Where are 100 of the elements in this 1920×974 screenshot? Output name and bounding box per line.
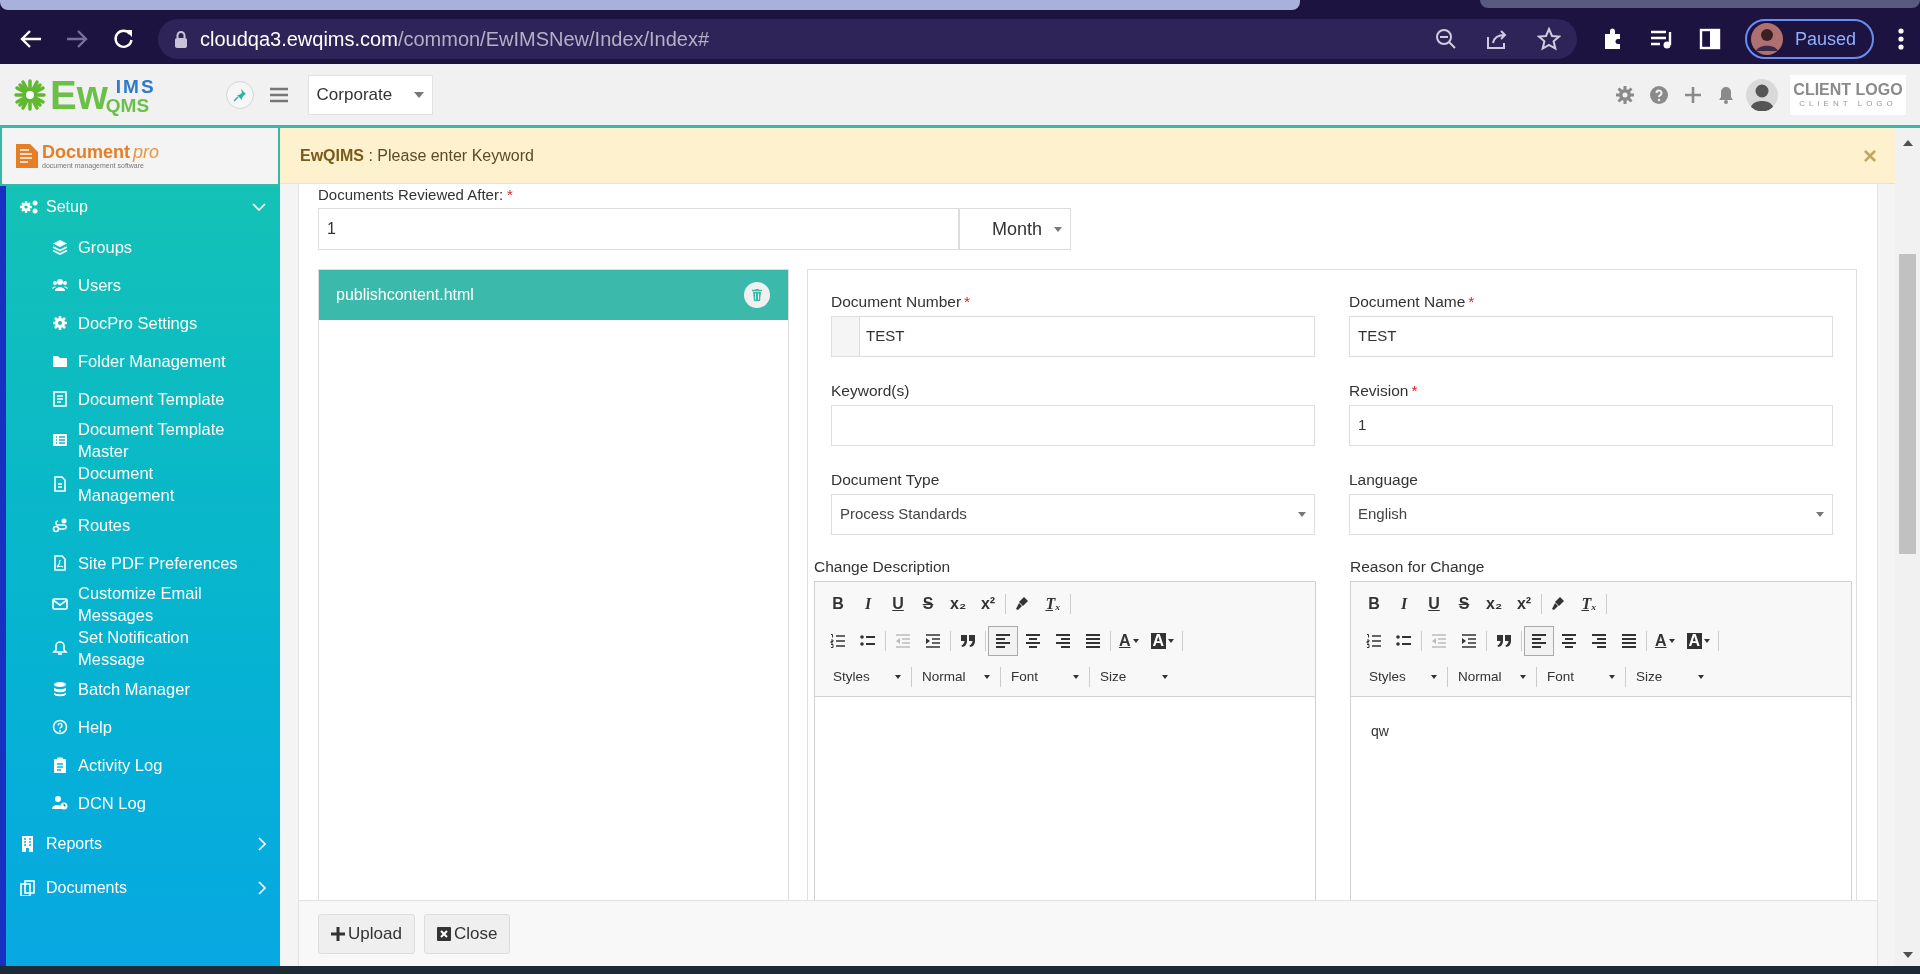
- share-icon[interactable]: [1484, 28, 1509, 50]
- trash-icon: [752, 289, 762, 301]
- toolbar-button[interactable]: [988, 625, 1018, 656]
- site-select[interactable]: Corporate: [307, 74, 433, 115]
- caret-down-icon: [1431, 675, 1437, 679]
- caret-down-icon: [1816, 512, 1824, 517]
- reload-icon[interactable]: [112, 28, 134, 50]
- menu-item-icon: [52, 432, 68, 448]
- more-icon[interactable]: [1898, 28, 1904, 50]
- caret-down-icon: [1520, 675, 1526, 679]
- quote-icon: [1496, 632, 1512, 649]
- menu-item-icon: [52, 353, 68, 369]
- caret-down-icon: [1168, 638, 1175, 643]
- format-dropdown[interactable]: Font: [1537, 663, 1625, 691]
- scrollbar[interactable]: [1895, 128, 1920, 966]
- menu-item-icon: [52, 795, 68, 811]
- toolbar-button[interactable]: x²: [973, 588, 1003, 619]
- indent-icon: [925, 632, 941, 649]
- toolbar-button[interactable]: x²: [1509, 588, 1539, 619]
- rich-text-editor[interactable]: B I U S x₂ x² Tₓ A A Styles Normal Font Size qw: [1350, 581, 1852, 900]
- align-left-icon: [1531, 632, 1547, 649]
- alert-message: EwQIMS : Please enter Keyword: [300, 145, 534, 166]
- format-dropdown[interactable]: Styles: [823, 663, 911, 691]
- caret-down-icon: [413, 91, 424, 98]
- chevron-right-icon: [258, 837, 266, 851]
- toolbar-button[interactable]: A: [1144, 625, 1181, 656]
- menu-item-icon: [52, 315, 68, 331]
- toolbar-button[interactable]: U: [883, 588, 913, 619]
- close-button[interactable]: Close: [423, 913, 511, 954]
- caret-down-icon: [1609, 675, 1615, 679]
- chevron-right-icon: [258, 881, 266, 895]
- caret-down-icon: [1073, 675, 1079, 679]
- toolbar-button[interactable]: I: [1389, 588, 1419, 619]
- upload-button[interactable]: Upload: [318, 913, 415, 954]
- field-label: Keyword(s): [831, 381, 911, 399]
- editor-text: qw: [1371, 722, 1390, 741]
- toolbar-button[interactable]: x₂: [943, 588, 973, 619]
- field-label: Revision *: [1349, 381, 1419, 399]
- select-field[interactable]: Process Standards: [831, 494, 1315, 535]
- star-icon[interactable]: [1536, 27, 1561, 51]
- justify-icon: [1085, 632, 1101, 649]
- toolbar-button[interactable]: Tₓ: [1038, 588, 1068, 619]
- align-right-icon: [1055, 632, 1071, 649]
- address-bar[interactable]: cloudqa3.ewqims.com/common/EwIMSNew/Index/Index#: [158, 19, 1577, 59]
- chevron-down-icon: [252, 203, 266, 211]
- unit-select[interactable]: Month: [959, 208, 1071, 250]
- format-dropdown[interactable]: Normal: [1448, 663, 1536, 691]
- indent-icon: [1461, 632, 1477, 649]
- bell-icon[interactable]: [1718, 85, 1734, 104]
- rich-text-editor[interactable]: B I U S x₂ x² Tₓ A A Styles Normal Font Size: [814, 581, 1316, 900]
- toolbar-button[interactable]: x₂: [1479, 588, 1509, 619]
- toolbar-button[interactable]: A: [1113, 625, 1145, 656]
- toolbar-button[interactable]: A: [1649, 625, 1681, 656]
- align-center-icon: [1561, 632, 1577, 649]
- menu-item-icon: [20, 880, 38, 896]
- caret-down-icon: [1132, 638, 1139, 643]
- settings-icon[interactable]: [1616, 85, 1634, 104]
- toolbar-button[interactable]: [1524, 625, 1554, 656]
- format-dropdown[interactable]: Size: [1090, 663, 1178, 691]
- bulleted-list-icon: [1396, 632, 1412, 649]
- outdent-icon: [895, 632, 911, 649]
- menu-item-icon: [52, 277, 68, 293]
- input-field[interactable]: TEST: [1349, 316, 1833, 357]
- input-field[interactable]: TEST: [831, 316, 1315, 357]
- input-field[interactable]: [831, 405, 1315, 446]
- toolbar-button[interactable]: I: [853, 588, 883, 619]
- scrollbar-thumb[interactable]: [1899, 254, 1916, 554]
- format-dropdown[interactable]: Normal: [912, 663, 1000, 691]
- quote-icon: [960, 632, 976, 649]
- outdent-icon: [1431, 632, 1447, 649]
- format-dropdown[interactable]: Font: [1001, 663, 1089, 691]
- toolbar-button[interactable]: S: [913, 588, 943, 619]
- field-label: Documents Reviewed After: *: [318, 186, 514, 204]
- format-dropdown[interactable]: Styles: [1359, 663, 1447, 691]
- back-icon[interactable]: [20, 29, 42, 49]
- plus-icon[interactable]: [1684, 85, 1702, 104]
- toolbar-button[interactable]: B: [823, 588, 853, 619]
- menu-item-icon: [52, 391, 68, 407]
- pin-icon: [232, 87, 247, 102]
- help-icon[interactable]: [1650, 85, 1668, 104]
- user-avatar-icon[interactable]: [1746, 78, 1778, 111]
- toolbar-button[interactable]: S: [1449, 588, 1479, 619]
- burst-icon: [14, 78, 46, 111]
- toolbar-button[interactable]: Tₓ: [1574, 588, 1604, 619]
- forward-icon[interactable]: [66, 29, 88, 49]
- align-center-icon: [1025, 632, 1041, 649]
- sidebar-icon[interactable]: [1698, 28, 1721, 50]
- input-field[interactable]: 1: [1349, 405, 1833, 446]
- select-field[interactable]: English: [1349, 494, 1833, 535]
- document-logo-icon: [16, 144, 38, 168]
- toolbar-button[interactable]: B: [1359, 588, 1389, 619]
- menu-item-icon: [52, 719, 68, 735]
- profile-button[interactable]: Paused: [1744, 19, 1874, 59]
- menu-icon[interactable]: [269, 86, 288, 103]
- numbered-list-icon: [830, 632, 846, 649]
- format-dropdown[interactable]: Size: [1626, 663, 1714, 691]
- zoom-out-icon[interactable]: [1434, 28, 1457, 50]
- toolbar-button[interactable]: A: [1680, 625, 1717, 656]
- input-field[interactable]: 1: [318, 208, 959, 250]
- toolbar-button[interactable]: U: [1419, 588, 1449, 619]
